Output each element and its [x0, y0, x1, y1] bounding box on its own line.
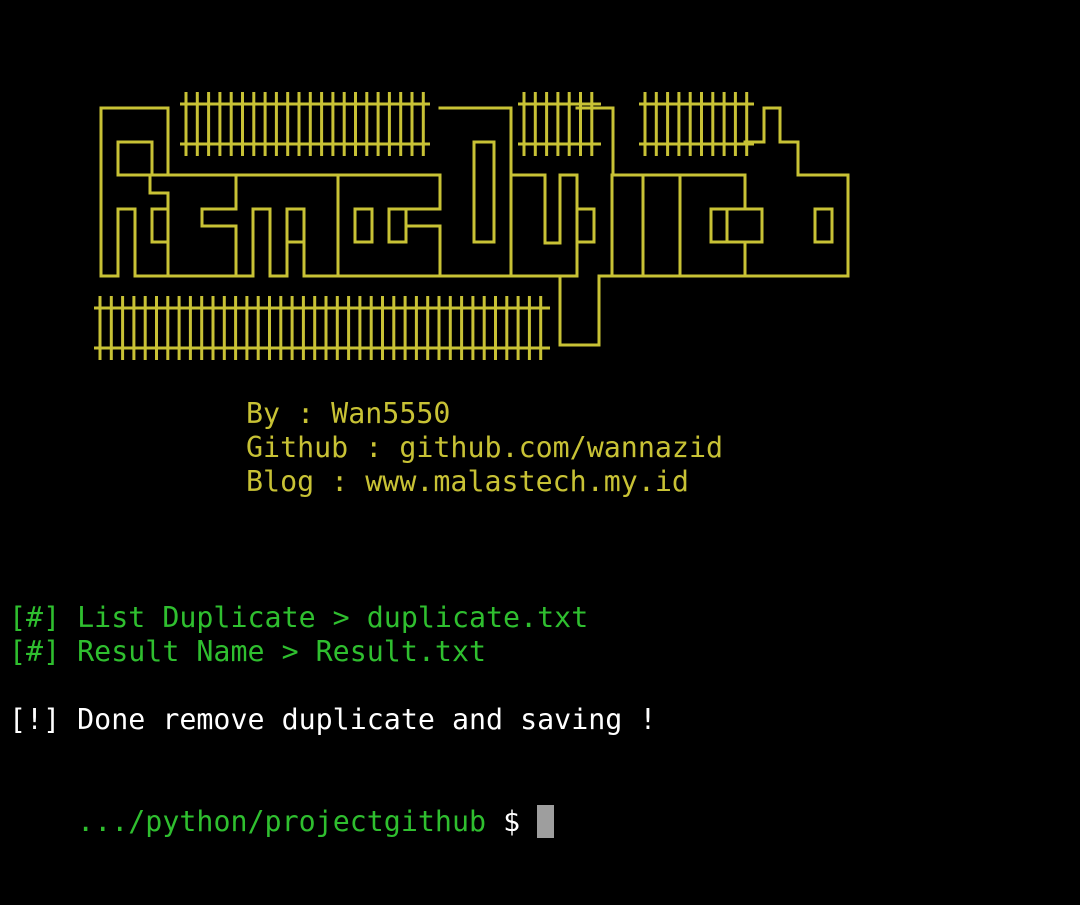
logo-letter-l — [611, 173, 645, 278]
logo-letter-r — [99, 106, 170, 278]
logo-letter-a-inner — [725, 207, 764, 244]
status-line-result-name: [#] Result Name > Result.txt — [9, 635, 487, 668]
shell-prompt[interactable]: .../python/projectgithub $ — [9, 771, 555, 873]
logo-letter-e — [166, 173, 238, 278]
credit-github: Github : github.com/wannazid — [246, 431, 724, 464]
logo-letter-e2-inner — [387, 207, 408, 244]
done-message: [!] Done remove duplicate and saving ! — [9, 703, 657, 736]
ascii-art-logo — [94, 92, 850, 360]
logo-letter-d-inner — [472, 140, 496, 244]
status-line-list-duplicate: [#] List Duplicate > duplicate.txt — [9, 601, 589, 634]
logo-letter-u — [509, 173, 579, 278]
logo-letter-a-t — [743, 106, 850, 278]
text-cursor[interactable] — [537, 805, 555, 838]
logo-letter-r-bowl — [116, 140, 154, 177]
logo-letter-p-inner — [575, 207, 596, 244]
logo-letter-c — [678, 173, 747, 278]
credit-author: By : Wan5550 — [246, 397, 451, 430]
terminal-window[interactable]: By : Wan5550 Github : github.com/wannazi… — [0, 0, 1080, 905]
logo-letter-i — [641, 173, 682, 278]
prompt-symbol: $ — [503, 805, 521, 838]
logo-letter-e3-inner — [813, 207, 834, 244]
logo-letter-m-inner — [285, 207, 306, 244]
logo-letter-o-inner — [353, 207, 374, 244]
credit-blog: Blog : www.malastech.my.id — [246, 465, 689, 498]
logo-letter-e-inner — [150, 207, 170, 244]
prompt-path: .../python/projectgithub — [77, 805, 487, 838]
